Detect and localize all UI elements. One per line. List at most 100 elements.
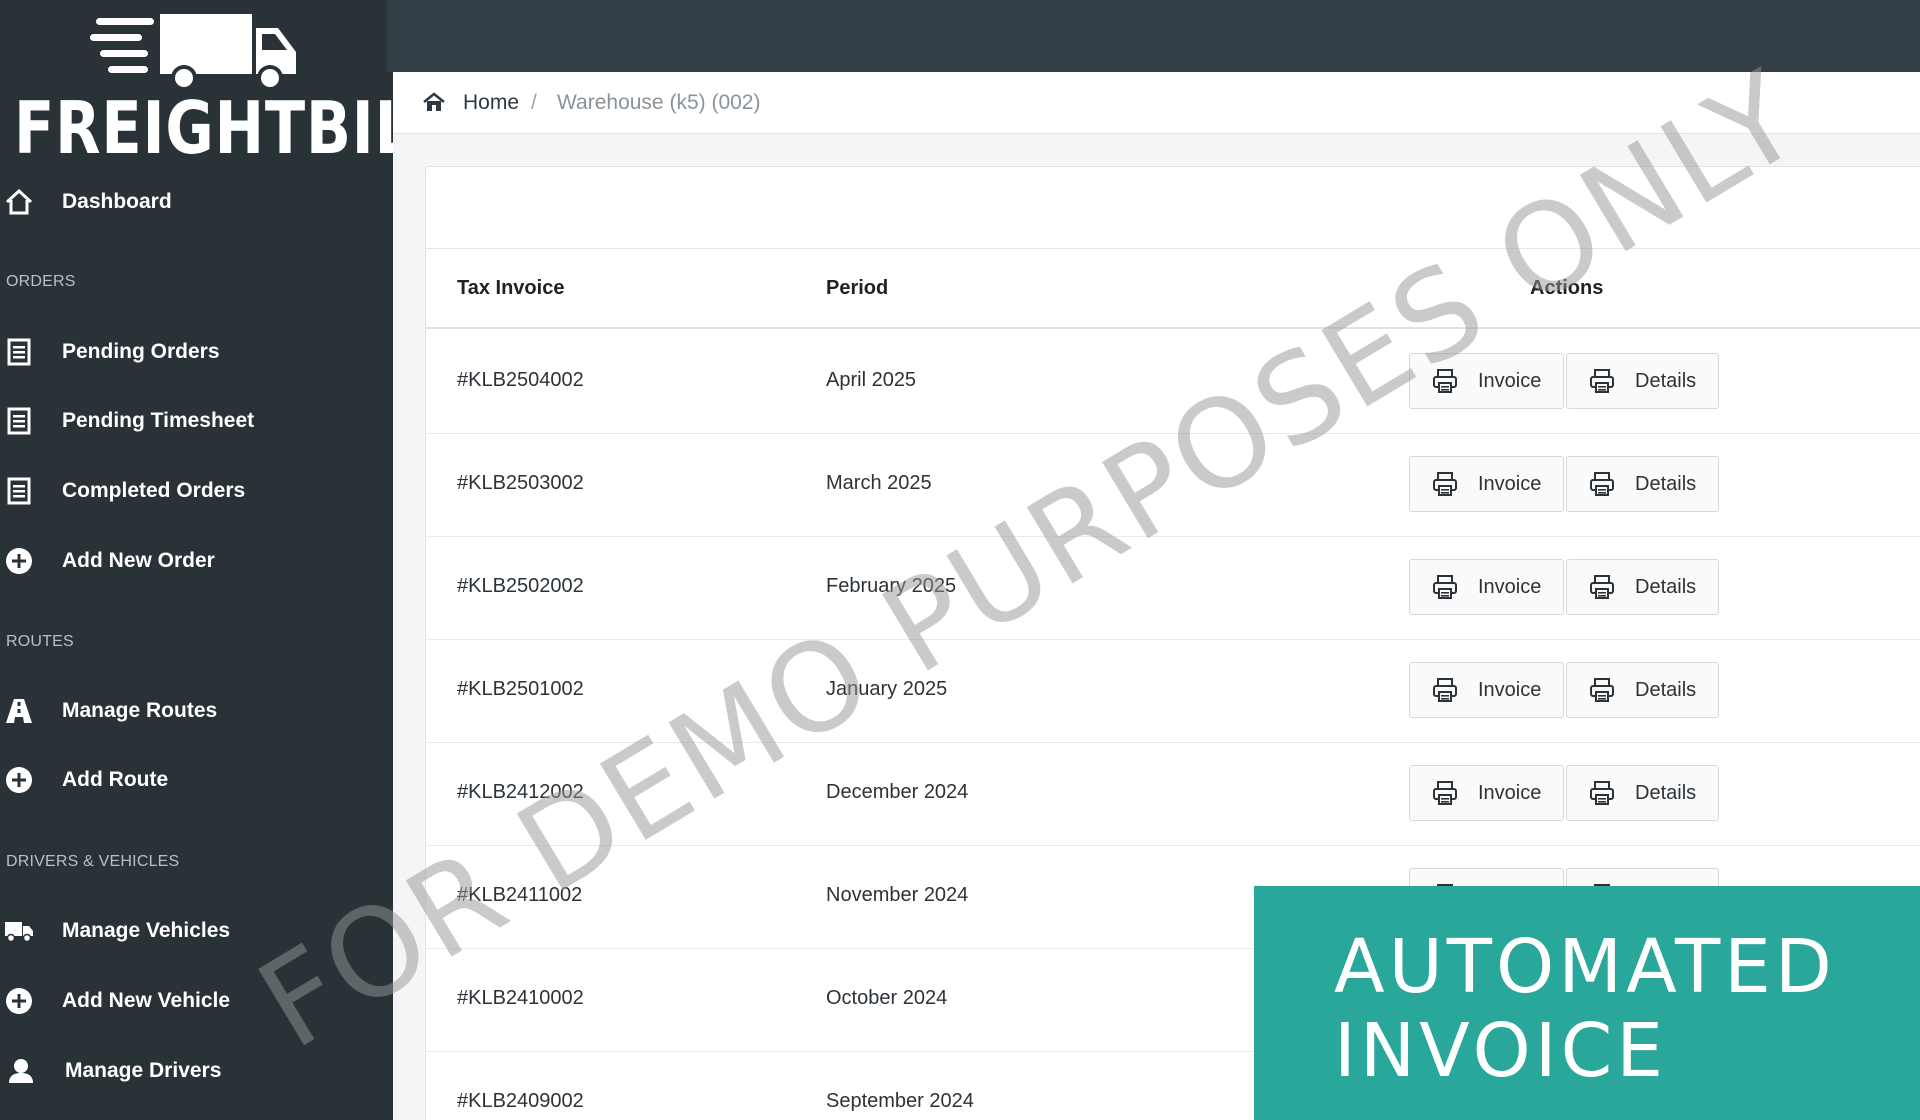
table-row: #KLB2412002 December 2024 Invoice Details	[426, 743, 1920, 846]
brand-logo[interactable]: FREIGHTBILL	[0, 0, 393, 172]
sidebar-item-manage-vehicles[interactable]: Manage Vehicles	[0, 903, 393, 959]
card-header	[426, 167, 1920, 249]
banner-line-1: AUTOMATED	[1334, 924, 1836, 1010]
printer-icon	[1433, 472, 1457, 496]
sidebar-item-pending-orders[interactable]: Pending Orders	[0, 324, 393, 380]
column-period: Period	[826, 277, 889, 299]
section-drivers-vehicles: DRIVERS & VEHICLES	[6, 853, 180, 870]
document-icon	[4, 406, 34, 436]
printer-icon	[1590, 575, 1614, 599]
table-row: #KLB2501002 January 2025 Invoice Details	[426, 640, 1920, 743]
sidebar-item-label: Manage Drivers	[65, 1059, 222, 1082]
invoice-period: October 2024	[826, 987, 948, 1009]
details-button-label: Details	[1635, 369, 1697, 392]
column-tax-invoice: Tax Invoice	[457, 277, 565, 299]
invoice-period: February 2025	[826, 575, 957, 597]
invoice-period: April 2025	[826, 369, 917, 391]
printer-icon	[1433, 369, 1457, 393]
top-bar	[387, 0, 1920, 72]
document-icon	[4, 476, 34, 506]
sidebar-item-completed-orders[interactable]: Completed Orders	[0, 463, 393, 519]
sidebar-item-label: Manage Vehicles	[62, 919, 231, 942]
sidebar-item-label: Pending Orders	[62, 340, 220, 363]
automated-invoice-banner: AUTOMATED INVOICE	[1254, 886, 1920, 1120]
invoice-number: #KLB2503002	[457, 472, 584, 494]
sidebar-item-add-new-vehicle[interactable]: Add New Vehicle	[0, 973, 393, 1029]
sidebar-item-label: Pending Timesheet	[62, 409, 255, 432]
details-button-label: Details	[1635, 678, 1697, 701]
table-row: #KLB2503002 March 2025 Invoice Details	[426, 434, 1920, 537]
sidebar-item-dashboard[interactable]: Dashboard	[0, 174, 393, 230]
details-button[interactable]: Details	[1566, 353, 1719, 409]
breadcrumb-current: Warehouse (k5) (002)	[557, 90, 761, 114]
printer-icon	[1590, 678, 1614, 702]
invoice-number: #KLB2409002	[457, 1090, 584, 1112]
invoice-button-label: Invoice	[1478, 472, 1542, 495]
details-button-label: Details	[1635, 781, 1697, 804]
details-button[interactable]: Details	[1566, 456, 1719, 512]
invoice-number: #KLB2410002	[457, 987, 584, 1009]
sidebar-item-manage-drivers[interactable]: Manage Drivers	[0, 1043, 393, 1099]
invoice-period: January 2025	[826, 678, 948, 700]
details-button[interactable]: Details	[1566, 662, 1719, 718]
user-icon	[7, 1056, 37, 1086]
invoice-button[interactable]: Invoice	[1409, 559, 1564, 615]
table-header: Tax Invoice Period Actions	[426, 249, 1920, 329]
sidebar-item-add-new-order[interactable]: Add New Order	[0, 533, 393, 589]
brand-name: FREIGHTBILL	[14, 86, 393, 170]
home-icon	[4, 187, 34, 217]
home-icon[interactable]	[423, 92, 445, 117]
details-button[interactable]: Details	[1566, 765, 1719, 821]
details-button-label: Details	[1635, 575, 1697, 598]
sidebar-item-pending-timesheet[interactable]: Pending Timesheet	[0, 393, 393, 449]
invoice-period: September 2024	[826, 1090, 974, 1112]
section-orders: ORDERS	[6, 273, 76, 290]
printer-icon	[1590, 781, 1614, 805]
invoice-number: #KLB2501002	[457, 678, 584, 700]
invoice-button[interactable]: Invoice	[1409, 765, 1564, 821]
sidebar-item-label: Add New Vehicle	[62, 989, 231, 1012]
printer-icon	[1590, 472, 1614, 496]
invoice-period: December 2024	[826, 781, 969, 803]
invoice-number: #KLB2412002	[457, 781, 584, 803]
invoice-button-label: Invoice	[1478, 575, 1542, 598]
invoice-button[interactable]: Invoice	[1409, 456, 1564, 512]
table-row: #KLB2502002 February 2025 Invoice Details	[426, 537, 1920, 640]
sidebar: FREIGHTBILL Dashboard ORDERS Pending Ord…	[0, 0, 393, 1120]
breadcrumb-separator: /	[531, 90, 537, 114]
sidebar-item-add-route[interactable]: Add Route	[0, 752, 393, 808]
printer-icon	[1433, 781, 1457, 805]
document-icon	[4, 337, 34, 367]
invoice-period: November 2024	[826, 884, 969, 906]
invoice-number: #KLB2504002	[457, 369, 584, 391]
plus-circle-icon	[4, 986, 34, 1016]
plus-circle-icon	[4, 765, 34, 795]
invoice-button-label: Invoice	[1478, 369, 1542, 392]
plus-circle-icon	[4, 546, 34, 576]
breadcrumb: Home / Warehouse (k5) (002)	[393, 72, 1920, 134]
section-routes: ROUTES	[6, 633, 74, 650]
road-icon	[4, 696, 34, 726]
sidebar-item-label: Completed Orders	[62, 479, 246, 502]
invoice-number: #KLB2502002	[457, 575, 584, 597]
table-row: #KLB2504002 April 2025 Invoice Details	[426, 331, 1920, 434]
sidebar-item-label: Dashboard	[62, 190, 172, 213]
sidebar-item-manage-routes[interactable]: Manage Routes	[0, 683, 393, 739]
invoice-number: #KLB2411002	[457, 884, 583, 906]
invoice-button-label: Invoice	[1478, 781, 1542, 804]
details-button[interactable]: Details	[1566, 559, 1719, 615]
invoice-button-label: Invoice	[1478, 678, 1542, 701]
invoice-button[interactable]: Invoice	[1409, 353, 1564, 409]
printer-icon	[1433, 575, 1457, 599]
details-button-label: Details	[1635, 472, 1697, 495]
truck-icon	[4, 916, 34, 946]
printer-icon	[1433, 678, 1457, 702]
sidebar-item-label: Add Route	[62, 768, 169, 791]
printer-icon	[1590, 369, 1614, 393]
banner-line-2: INVOICE	[1334, 1008, 1667, 1094]
breadcrumb-home-link[interactable]: Home	[463, 91, 519, 115]
sidebar-item-label: Manage Routes	[62, 699, 218, 722]
invoice-button[interactable]: Invoice	[1409, 662, 1564, 718]
column-actions: Actions	[1530, 277, 1604, 299]
invoice-period: March 2025	[826, 472, 932, 494]
